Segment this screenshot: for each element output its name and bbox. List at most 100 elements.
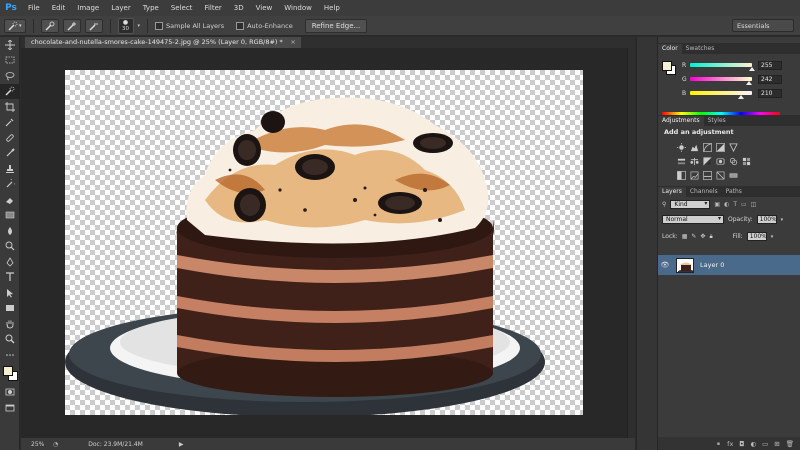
red-value-input[interactable]: 255 [758, 60, 782, 70]
lock-image-icon[interactable]: ✎ [691, 233, 696, 240]
gradient-map-icon[interactable] [728, 170, 738, 180]
hue-saturation-icon[interactable] [676, 156, 686, 166]
subtract-from-selection-button[interactable] [84, 18, 103, 33]
lasso-tool[interactable] [0, 68, 20, 84]
sample-all-layers-checkbox[interactable]: Sample All Layers [155, 21, 224, 30]
new-selection-button[interactable] [40, 18, 59, 33]
eyedropper-tool[interactable] [0, 115, 20, 131]
healing-brush-tool[interactable] [0, 130, 20, 146]
red-slider-thumb[interactable] [749, 67, 755, 71]
menu-edit[interactable]: Edit [46, 0, 72, 16]
menu-window[interactable]: Window [278, 0, 318, 16]
green-value-input[interactable]: 242 [758, 74, 782, 84]
document-tab[interactable]: chocolate-and-nutella-smores-cake-149475… [25, 37, 301, 48]
brightness-icon[interactable] [676, 142, 686, 152]
vibrance-icon[interactable] [728, 142, 738, 152]
auto-enhance-checkbox[interactable]: Auto-Enhance [236, 21, 293, 30]
blue-value-input[interactable]: 210 [758, 88, 782, 98]
color-swatches[interactable] [0, 363, 20, 385]
invert-icon[interactable] [676, 170, 686, 180]
move-tool[interactable] [0, 37, 20, 53]
add-to-selection-button[interactable] [62, 18, 81, 33]
opacity-input[interactable]: 100% [756, 215, 777, 224]
fill-dropdown-icon[interactable]: ▾ [771, 234, 774, 240]
foreground-color-swatch[interactable] [3, 365, 13, 376]
menu-type[interactable]: Type [137, 0, 165, 16]
brush-tool[interactable] [0, 146, 20, 162]
lock-position-icon[interactable]: ✥ [700, 233, 705, 240]
checkbox-box[interactable] [155, 21, 164, 30]
filter-smart-object-icon[interactable]: ◫ [751, 201, 757, 208]
menu-select[interactable]: Select [165, 0, 199, 16]
canvas-area[interactable] [21, 48, 627, 438]
pen-tool[interactable] [0, 254, 20, 270]
checkbox-box[interactable] [236, 21, 245, 30]
new-layer-icon[interactable]: ⊞ [774, 440, 779, 448]
tab-layers[interactable]: Layers [658, 187, 686, 197]
layer-kind-select[interactable]: Kind [670, 200, 711, 209]
color-balance-icon[interactable] [689, 156, 699, 166]
eye-icon[interactable]: 👁︎ [658, 261, 672, 269]
menu-filter[interactable]: Filter [198, 0, 227, 16]
tab-adjustments[interactable]: Adjustments [658, 116, 704, 126]
tab-paths[interactable]: Paths [722, 187, 746, 197]
trash-icon[interactable]: 🗑︎ [786, 440, 794, 448]
blur-tool[interactable] [0, 223, 20, 239]
lock-transparent-icon[interactable]: ▦ [682, 233, 688, 240]
filter-pixel-icon[interactable]: ▣ [714, 201, 720, 208]
tool-preset-button[interactable]: ▾ [4, 18, 26, 33]
hand-tool[interactable] [0, 316, 20, 332]
zoom-level[interactable]: 25% [21, 441, 47, 448]
selective-color-icon[interactable] [715, 170, 725, 180]
exposure-icon[interactable] [715, 142, 725, 152]
new-group-icon[interactable]: ▭ [762, 440, 768, 448]
green-slider[interactable] [690, 77, 752, 85]
blend-mode-select[interactable]: Normal [662, 215, 724, 224]
quick-selection-tool[interactable] [0, 83, 20, 99]
workspace-select[interactable]: Essentials [732, 19, 794, 32]
eraser-tool[interactable] [0, 192, 20, 208]
gradient-tool[interactable] [0, 208, 20, 224]
tab-swatches[interactable]: Swatches [682, 44, 719, 54]
menu-image[interactable]: Image [71, 0, 105, 16]
foreground-color-swatch[interactable] [662, 61, 672, 71]
opacity-dropdown-icon[interactable]: ▾ [781, 217, 784, 223]
menu-3d[interactable]: 3D [228, 0, 250, 16]
posterize-icon[interactable] [689, 170, 699, 180]
screen-mode-button[interactable] [0, 400, 20, 416]
color-lookup-icon[interactable] [741, 156, 751, 166]
quick-mask-button[interactable] [0, 385, 20, 401]
clone-stamp-tool[interactable] [0, 161, 20, 177]
brush-size-chevron-icon[interactable]: ▾ [138, 23, 141, 29]
black-white-icon[interactable] [702, 156, 712, 166]
red-slider[interactable] [690, 63, 755, 71]
blue-slider[interactable] [690, 91, 752, 99]
dodge-tool[interactable] [0, 239, 20, 255]
threshold-icon[interactable] [702, 170, 712, 180]
refine-edge-button[interactable]: Refine Edge... [304, 18, 368, 33]
menu-view[interactable]: View [250, 0, 279, 16]
menu-file[interactable]: File [22, 0, 46, 16]
filter-adjustment-icon[interactable]: ◐ [724, 201, 729, 208]
crop-tool[interactable] [0, 99, 20, 115]
status-menu-arrow-icon[interactable]: ▶ [179, 441, 184, 448]
marquee-tool[interactable] [0, 53, 20, 69]
vertical-scrollbar[interactable] [627, 48, 635, 438]
photo-filter-icon[interactable] [715, 156, 725, 166]
document-canvas[interactable] [65, 70, 583, 415]
brush-size-picker[interactable]: ● 30 [117, 17, 134, 34]
curves-icon[interactable] [702, 142, 712, 152]
zoom-tool[interactable] [0, 332, 20, 348]
levels-icon[interactable] [689, 142, 699, 152]
path-selection-tool[interactable] [0, 285, 20, 301]
layer-mask-icon[interactable]: ◘ [739, 440, 744, 448]
menu-layer[interactable]: Layer [105, 0, 137, 16]
blue-slider-thumb[interactable] [738, 95, 744, 99]
filter-shape-icon[interactable]: ▭ [741, 201, 747, 208]
layer-style-icon[interactable]: fx [727, 440, 733, 448]
lock-all-icon[interactable]: 🔒︎ [709, 233, 712, 241]
adjustment-layer-icon[interactable]: ◐ [750, 440, 756, 448]
layer-row[interactable]: 👁︎ Layer 0 [658, 255, 800, 275]
tab-color[interactable]: Color [658, 44, 682, 54]
close-icon[interactable]: × [290, 37, 295, 48]
